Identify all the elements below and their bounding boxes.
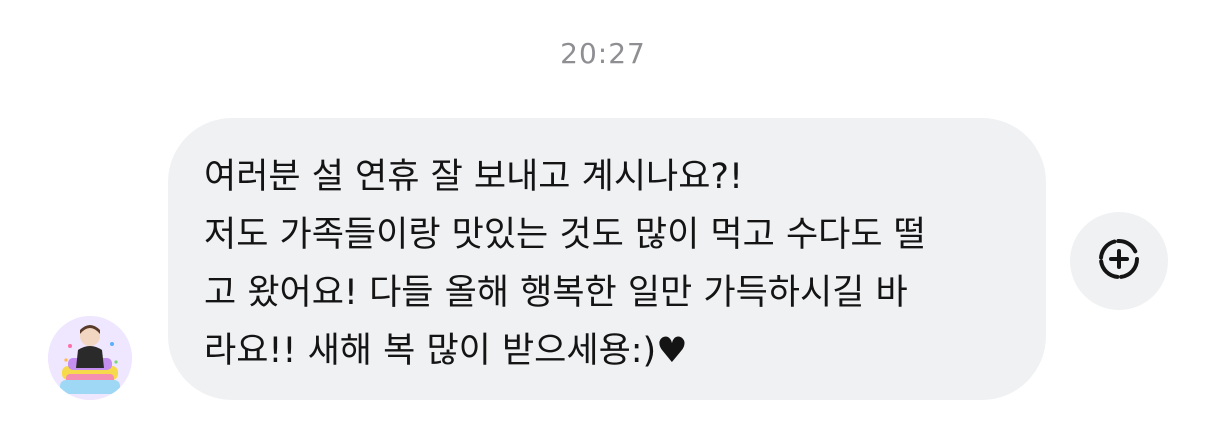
message-line-text: 라요!! 새해 복 많이 받으세용:) xyxy=(204,331,657,371)
heart-icon: ♥ xyxy=(656,331,688,371)
profile-avatar-icon[interactable] xyxy=(48,316,132,400)
message-timestamp: 20:27 xyxy=(560,37,646,70)
add-reaction-button[interactable] xyxy=(1070,212,1168,310)
message-line: 저도 가족들이랑 맛있는 것도 많이 먹고 수다도 떨 xyxy=(204,215,926,255)
message-line-last: 라요!! 새해 복 많이 받으세용:)♥ xyxy=(204,322,1010,380)
bottom-edge xyxy=(0,418,1206,425)
message-bubble[interactable]: 여러분 설 연휴 잘 보내고 계시나요?! 저도 가족들이랑 맛있는 것도 많이… xyxy=(168,118,1046,400)
add-reaction-icon xyxy=(1094,234,1144,288)
message-line: 고 왔어요! 다들 올해 행복한 일만 가득하시길 바 xyxy=(204,273,908,313)
message-line: 여러분 설 연휴 잘 보내고 계시나요?! xyxy=(204,157,744,197)
chat-screen: 20:27 여러분 설 연휴 잘 보내고 계시나요?! 저도 가족들이랑 맛있는… xyxy=(0,0,1206,425)
